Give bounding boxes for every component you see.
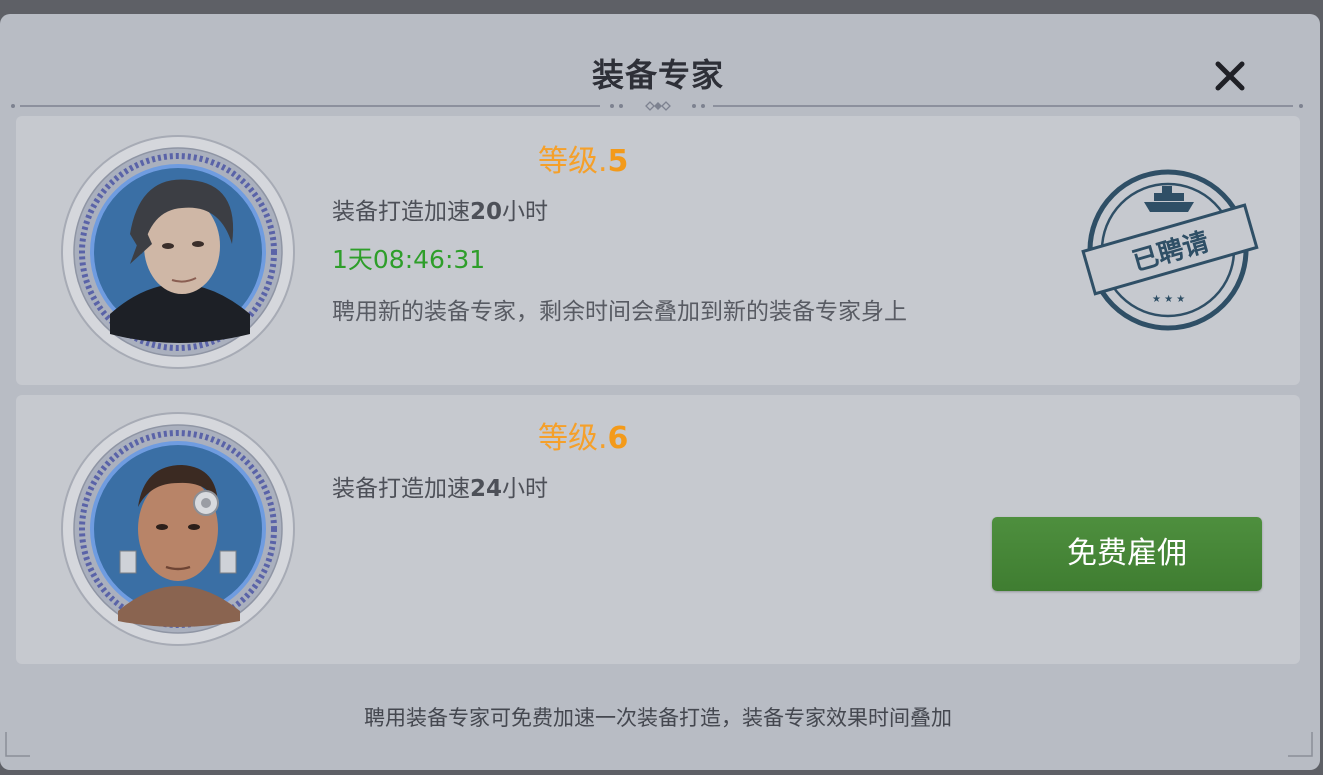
corner-ornament-left bbox=[5, 732, 30, 757]
remaining-timer: 1天08:46:31 bbox=[332, 245, 486, 274]
expert-card-level-6: 等级.6 装备打造加速24小时 免费雇佣 bbox=[16, 395, 1300, 664]
corner-ornament-right bbox=[1288, 732, 1313, 757]
bonus-suffix: 小时 bbox=[502, 199, 549, 225]
hired-stamp-icon: ★ ★ ★ 已聘请 bbox=[1081, 169, 1259, 331]
close-icon[interactable] bbox=[1206, 56, 1254, 96]
free-hire-button[interactable]: 免费雇佣 bbox=[992, 517, 1262, 591]
expert-level: 等级.5 bbox=[538, 136, 628, 180]
level-label: 等级. bbox=[538, 421, 608, 456]
title-divider bbox=[11, 101, 1303, 111]
level-value: 6 bbox=[607, 421, 629, 456]
ship-icon bbox=[1144, 186, 1194, 212]
expert-avatar-1 bbox=[61, 135, 295, 369]
dialog-title: 装备专家 bbox=[591, 56, 724, 94]
bonus-prefix: 装备打造加速 bbox=[332, 199, 470, 225]
svg-text:★ ★ ★: ★ ★ ★ bbox=[1152, 294, 1185, 305]
expert-level: 等级.6 bbox=[538, 413, 628, 457]
expert-dialog: 装备专家 等级.5 装备打造加速20小时 1天08:46:31 聘用新的装备专家… bbox=[0, 14, 1320, 770]
hire-note: 聘用新的装备专家，剩余时间会叠加到新的装备专家身上 bbox=[332, 299, 907, 325]
bonus-prefix: 装备打造加速 bbox=[332, 476, 470, 502]
expert-avatar-2 bbox=[61, 412, 295, 646]
expert-bonus: 装备打造加速24小时 bbox=[332, 469, 548, 503]
expert-bonus: 装备打造加速20小时 bbox=[332, 192, 548, 226]
bonus-suffix: 小时 bbox=[502, 476, 549, 502]
bonus-hours: 24 bbox=[470, 476, 503, 502]
level-label: 等级. bbox=[538, 144, 608, 179]
level-value: 5 bbox=[607, 144, 629, 179]
bonus-hours: 20 bbox=[470, 199, 503, 225]
dialog-footer-note: 聘用装备专家可免费加速一次装备打造，装备专家效果时间叠加 bbox=[364, 706, 952, 730]
expert-card-level-5: 等级.5 装备打造加速20小时 1天08:46:31 聘用新的装备专家，剩余时间… bbox=[16, 116, 1300, 385]
